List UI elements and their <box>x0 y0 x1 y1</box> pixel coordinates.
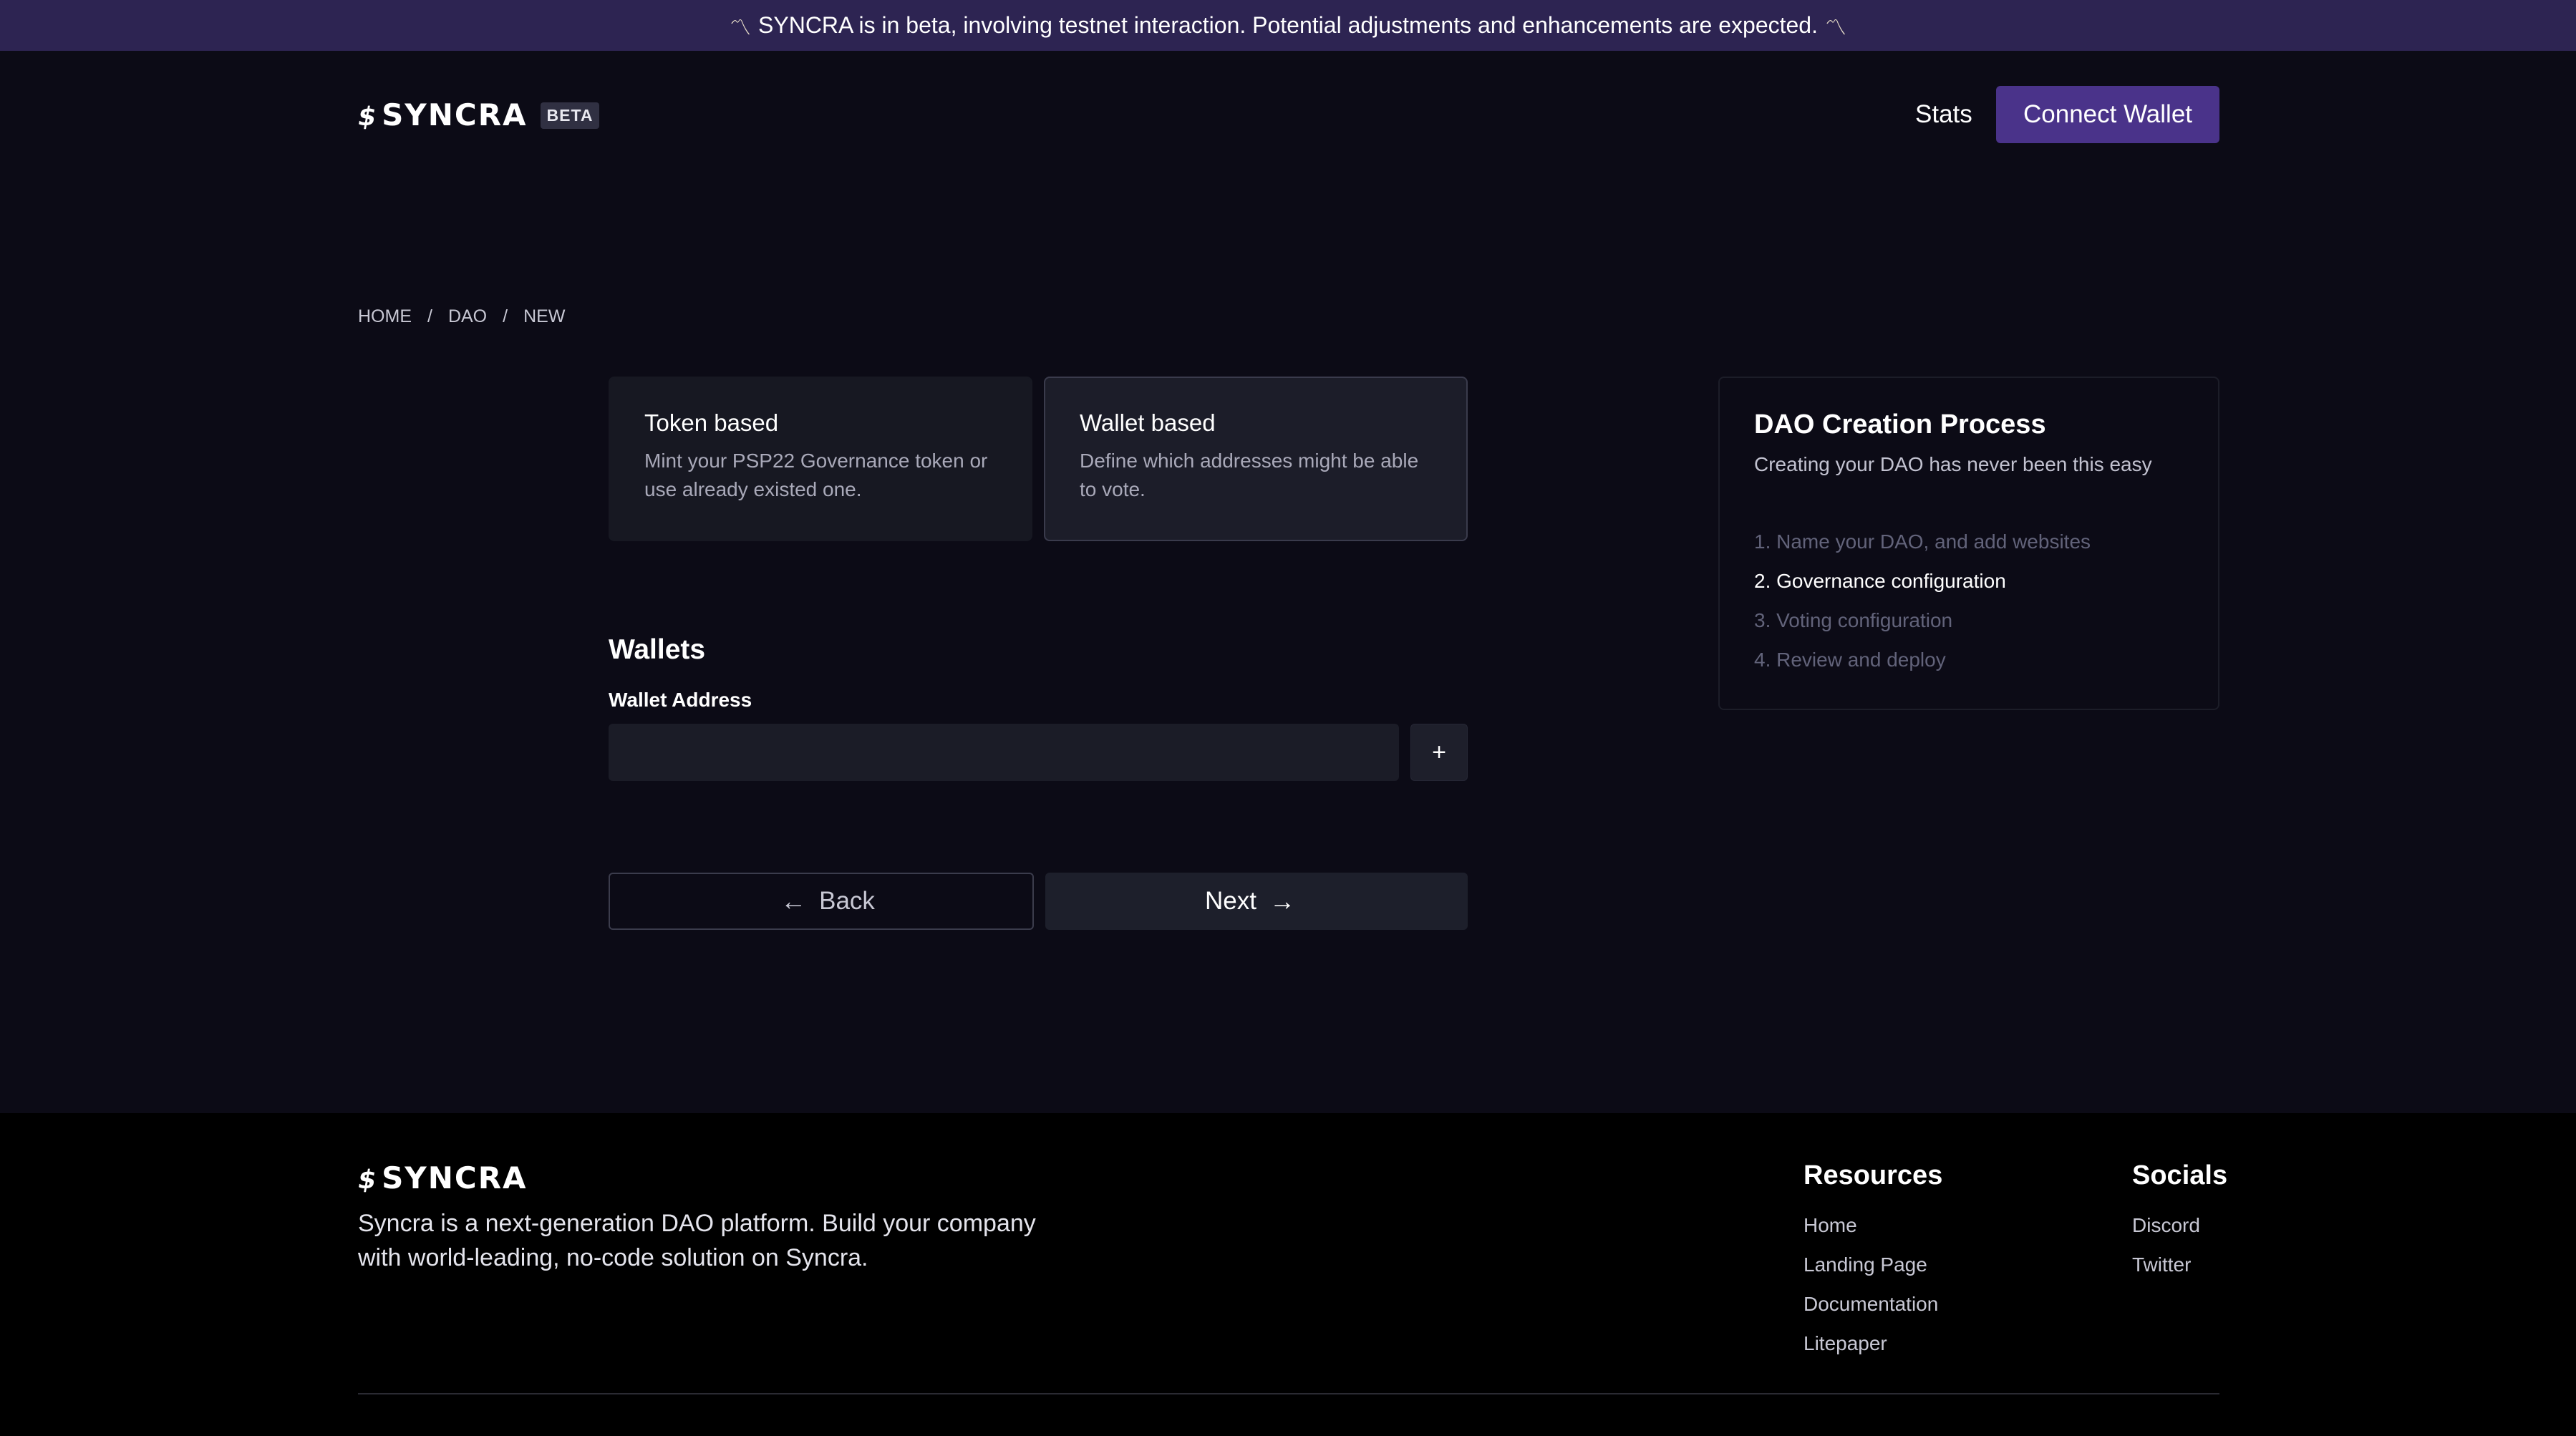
process-subtitle: Creating your DAO has never been this ea… <box>1754 453 2152 475</box>
card-description: Define which addresses might be able to … <box>1080 450 1419 500</box>
wallets-heading: Wallets <box>609 634 706 665</box>
logo[interactable]: $SYNCRA BETA <box>355 97 600 132</box>
sparkle-right-icon: 〽 <box>1824 16 1846 40</box>
footer-divider <box>358 1393 2219 1394</box>
nav-stats-link[interactable]: Stats <box>1915 100 1972 129</box>
footer-link-twitter[interactable]: Twitter <box>2132 1245 2227 1284</box>
page: 〽 SYNCRA is in beta, involving testnet i… <box>0 0 2576 1436</box>
footer-link-documentation[interactable]: Documentation <box>1803 1284 1942 1324</box>
footer-resources: Resources Home Landing Page Documentatio… <box>1803 1160 1942 1363</box>
dao-creation-process-panel: DAO Creation Process Creating your DAO h… <box>1718 377 2219 710</box>
footer-link-home[interactable]: Home <box>1803 1205 1942 1245</box>
breadcrumb-dao[interactable]: DAO <box>448 306 487 327</box>
socials-heading: Socials <box>2132 1160 2228 1190</box>
wallet-address-input[interactable] <box>609 724 1399 781</box>
process-step-3: 3. Voting configuration <box>1754 609 1953 631</box>
add-wallet-button[interactable]: + <box>1410 724 1468 781</box>
footer-socials: Socials Discord Twitter <box>2132 1160 2227 1284</box>
back-label: Back <box>819 887 875 915</box>
breadcrumb-separator: / <box>427 306 432 326</box>
logo-text: SYNCRA <box>382 97 528 132</box>
header: $SYNCRA BETA Stats Connect Wallet <box>355 84 2219 145</box>
footer: $SYNCRA Syncra is a next-generation DAO … <box>0 1113 2576 1436</box>
arrow-left-icon: ← <box>780 886 807 916</box>
footer-logo[interactable]: $SYNCRA <box>355 1160 528 1195</box>
plus-icon: + <box>1432 738 1446 766</box>
breadcrumb-home[interactable]: HOME <box>358 306 412 327</box>
process-step-2: 2. Governance configuration <box>1754 570 2006 592</box>
process-step-1: 1. Name your DAO, and add websites <box>1754 530 2091 553</box>
token-based-card[interactable]: Token based Mint your PSP22 Governance t… <box>609 377 1032 541</box>
process-title: DAO Creation Process <box>1754 409 2046 440</box>
logo-wordmark: $SYNCRA <box>355 97 528 132</box>
banner-text: SYNCRA is in beta, involving testnet int… <box>758 12 1818 38</box>
logo-s-icon: $ <box>355 102 380 132</box>
footer-link-litepaper[interactable]: Litepaper <box>1803 1324 1942 1363</box>
card-title: Wallet based <box>1080 409 1216 436</box>
footer-description: Syncra is a next-generation DAO platform… <box>358 1210 1036 1271</box>
wallet-based-card[interactable]: Wallet based Define which addresses migh… <box>1044 377 1468 541</box>
breadcrumb-new: NEW <box>523 306 566 326</box>
connect-wallet-button[interactable]: Connect Wallet <box>1996 86 2219 143</box>
arrow-right-icon: → <box>1269 886 1295 916</box>
process-step-4: 4. Review and deploy <box>1754 649 1946 671</box>
breadcrumb-separator: / <box>503 306 508 326</box>
sparkle-left-icon: 〽 <box>730 16 752 40</box>
beta-banner: 〽 SYNCRA is in beta, involving testnet i… <box>0 0 2576 51</box>
next-button[interactable]: Next → <box>1045 873 1468 930</box>
logo-wordmark: $SYNCRA <box>355 1160 528 1195</box>
next-label: Next <box>1205 887 1256 915</box>
logo-s-icon: $ <box>355 1165 380 1195</box>
wallet-address-label: Wallet Address <box>609 689 752 711</box>
breadcrumb: HOME / DAO / NEW <box>358 306 565 327</box>
card-title: Token based <box>644 409 779 436</box>
back-button[interactable]: ← Back <box>609 873 1034 930</box>
beta-badge: BETA <box>540 102 600 129</box>
footer-logo-text: SYNCRA <box>382 1160 528 1195</box>
card-description: Mint your PSP22 Governance token or use … <box>644 450 988 500</box>
footer-link-discord[interactable]: Discord <box>2132 1205 2227 1245</box>
footer-link-landing-page[interactable]: Landing Page <box>1803 1245 1942 1284</box>
resources-heading: Resources <box>1803 1160 1943 1190</box>
